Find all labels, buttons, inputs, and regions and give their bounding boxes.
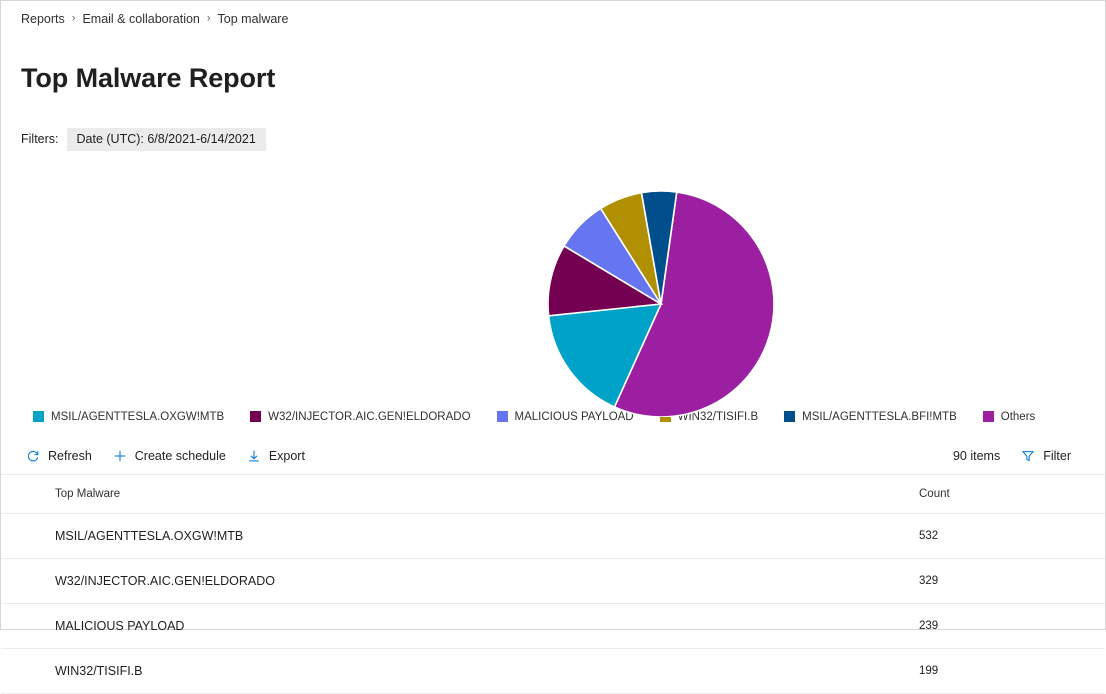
table-row[interactable]: MSIL/AGENTTESLA.OXGW!MTB 532: [1, 513, 1105, 559]
refresh-icon: [25, 448, 41, 464]
funnel-icon: [1020, 448, 1036, 464]
cell-top-malware: MALICIOUS PAYLOAD: [1, 603, 919, 649]
legend-item[interactable]: W32/INJECTOR.AIC.GEN!ELDORADO: [250, 410, 471, 423]
export-button[interactable]: Export: [240, 444, 313, 468]
filters-label: Filters:: [21, 132, 59, 147]
items-count: 90 items: [952, 448, 1001, 463]
chart-area: [1, 161, 1105, 417]
create-schedule-label: Create schedule: [134, 448, 226, 463]
cell-count: 199: [919, 648, 1105, 694]
cell-count: 239: [919, 603, 1105, 649]
legend-item[interactable]: Others: [982, 410, 1036, 423]
breadcrumb-item-reports[interactable]: Reports: [21, 12, 65, 26]
malware-table: Top Malware Count MSIL/AGENTTESLA.OXGW!M…: [1, 474, 1105, 694]
cell-top-malware: W32/INJECTOR.AIC.GEN!ELDORADO: [1, 558, 919, 604]
legend-color-swatch: [33, 411, 44, 423]
download-icon: [246, 448, 262, 464]
export-label: Export: [268, 448, 305, 463]
table-header-row: Top Malware Count: [1, 474, 1105, 514]
chevron-right-icon: ›: [206, 12, 211, 25]
create-schedule-button[interactable]: Create schedule: [106, 444, 234, 468]
legend-label: W32/INJECTOR.AIC.GEN!ELDORADO: [268, 410, 471, 423]
filter-pill-date[interactable]: Date (UTC): 6/8/2021-6/14/2021: [66, 127, 266, 151]
command-bar-right: 90 items Filter: [953, 444, 1085, 468]
report-page: Reports › Email & collaboration › Top ma…: [0, 0, 1106, 694]
breadcrumb: Reports › Email & collaboration › Top ma…: [1, 1, 1105, 29]
chevron-right-icon: ›: [71, 12, 76, 25]
refresh-button[interactable]: Refresh: [19, 444, 100, 468]
breadcrumb-item-email-collaboration[interactable]: Email & collaboration: [82, 12, 199, 26]
legend-label: MSIL/AGENTTESLA.BFI!MTB: [802, 410, 957, 423]
refresh-label: Refresh: [48, 448, 92, 463]
legend-label: Others: [1000, 410, 1036, 423]
cell-top-malware: MSIL/AGENTTESLA.OXGW!MTB: [1, 513, 919, 559]
breadcrumb-item-top-malware: Top malware: [217, 12, 289, 26]
table-row[interactable]: W32/INJECTOR.AIC.GEN!ELDORADO 329: [1, 558, 1105, 604]
legend-color-swatch: [250, 411, 262, 423]
table-row[interactable]: MALICIOUS PAYLOAD 239: [1, 603, 1105, 649]
command-bar: Refresh Create schedule Export 90 items …: [1, 438, 1105, 475]
column-header-top-malware[interactable]: Top Malware: [1, 474, 919, 514]
table-body: MSIL/AGENTTESLA.OXGW!MTB 532 W32/INJECTOR.…: [1, 513, 1105, 694]
cell-count: 532: [919, 513, 1105, 559]
legend-color-swatch: [982, 411, 994, 423]
legend-color-swatch: [784, 411, 796, 423]
cell-count: 329: [919, 558, 1105, 604]
legend-item[interactable]: MSIL/AGENTTESLA.OXGW!MTB: [33, 411, 224, 423]
filters-row: Filters: Date (UTC): 6/8/2021-6/14/2021: [1, 112, 1105, 151]
column-header-count[interactable]: Count: [919, 474, 1105, 514]
filter-label: Filter: [1043, 448, 1071, 463]
table-row[interactable]: WIN32/TISIFI.B 199: [1, 648, 1105, 694]
filter-button[interactable]: Filter: [1014, 444, 1079, 468]
cell-top-malware: WIN32/TISIFI.B: [1, 648, 919, 694]
legend-color-swatch: [496, 411, 508, 423]
legend-item[interactable]: MSIL/AGENTTESLA.BFI!MTB: [784, 411, 957, 423]
legend-label: MSIL/AGENTTESLA.OXGW!MTB: [51, 410, 225, 423]
pie-chart[interactable]: [548, 190, 774, 417]
plus-icon: [112, 448, 128, 464]
table-head: Top Malware Count: [1, 474, 1105, 514]
page-title: Top Malware Report: [21, 63, 276, 94]
pie-chart-svg: [548, 190, 774, 417]
